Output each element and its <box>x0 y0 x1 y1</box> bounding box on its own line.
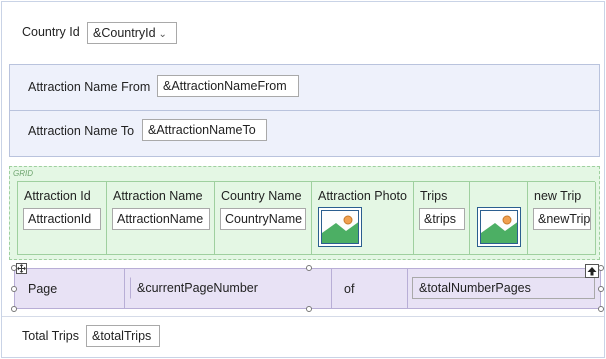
current-page-number-field[interactable]: &currentPageNumber <box>130 277 325 299</box>
total-trips-field[interactable]: &totalTrips <box>86 325 160 347</box>
grid-column-attraction-id[interactable]: Attraction Id AttractionId <box>18 182 107 255</box>
trip-image-icon[interactable] <box>477 207 521 247</box>
grid-cell-attraction-id[interactable]: AttractionId <box>23 208 101 230</box>
attraction-photo-image-icon[interactable] <box>318 207 362 247</box>
grid-cell-trips[interactable]: &trips <box>419 208 465 230</box>
country-id-label: Country Id <box>22 25 80 39</box>
grid-column-attraction-name[interactable]: Attraction Name AttractionName <box>107 182 215 255</box>
column-header: Attraction Name <box>113 189 203 203</box>
pager-cell-current: &currentPageNumber <box>125 269 332 308</box>
country-id-select[interactable]: &CountryId ⌄ <box>87 22 177 44</box>
column-header: Country Name <box>221 189 302 203</box>
grid-column-new-trip[interactable]: new Trip &newTrip <box>528 182 596 255</box>
chevron-down-icon[interactable]: ⌄ <box>159 29 167 40</box>
grid-column-image[interactable] <box>470 182 528 255</box>
grid-cell-new-trip[interactable]: &newTrip <box>533 208 591 230</box>
resize-handle-top-middle[interactable] <box>306 265 312 271</box>
column-header: Attraction Id <box>24 189 91 203</box>
resize-handle-bottom-right[interactable] <box>598 306 604 312</box>
resize-handle-middle-right[interactable] <box>598 286 604 292</box>
resize-handle-middle-left[interactable] <box>11 286 17 292</box>
column-header: Trips <box>420 189 448 203</box>
attraction-name-to-label: Attraction Name To <box>28 124 135 138</box>
grid-columns: Attraction Id AttractionId Attraction Na… <box>17 181 596 255</box>
total-number-pages-field[interactable]: &totalNumberPages <box>412 277 595 299</box>
resize-handle-bottom-middle[interactable] <box>306 306 312 312</box>
country-id-select-value: &CountryId <box>93 26 156 40</box>
footer-separator <box>2 316 604 317</box>
total-trips-label: Total Trips <box>22 329 79 343</box>
pager-table[interactable]: Page &currentPageNumber of &totalNumberP… <box>14 268 601 309</box>
column-header: new Trip <box>534 189 582 203</box>
pager-cell-page: Page <box>15 269 125 308</box>
grid-tag: GRID <box>13 169 33 178</box>
attraction-name-to-field[interactable]: &AttractionNameTo <box>142 119 267 141</box>
grid-column-attraction-photo[interactable]: Attraction Photo <box>312 182 414 255</box>
resize-handle-bottom-left[interactable] <box>11 306 17 312</box>
filter-separator <box>10 110 599 111</box>
column-header: Attraction Photo <box>318 189 407 203</box>
of-label: of <box>344 282 355 296</box>
grid-cell-country-name[interactable]: CountryName <box>220 208 306 230</box>
pager-cell-total: &totalNumberPages <box>408 269 600 308</box>
pager-cell-of: of <box>332 269 408 308</box>
select-parent-arrow-icon[interactable] <box>585 264 599 278</box>
attractions-grid[interactable]: GRID Attraction Id AttractionId Attracti… <box>9 166 600 260</box>
page-label: Page <box>28 282 58 296</box>
attraction-name-from-label: Attraction Name From <box>28 80 151 94</box>
attraction-name-from-field[interactable]: &AttractionNameFrom <box>157 75 299 97</box>
grid-column-country-name[interactable]: Country Name CountryName <box>215 182 312 255</box>
grid-cell-attraction-name[interactable]: AttractionName <box>112 208 210 230</box>
move-handle-icon[interactable] <box>16 263 27 274</box>
grid-column-trips[interactable]: Trips &trips <box>414 182 470 255</box>
